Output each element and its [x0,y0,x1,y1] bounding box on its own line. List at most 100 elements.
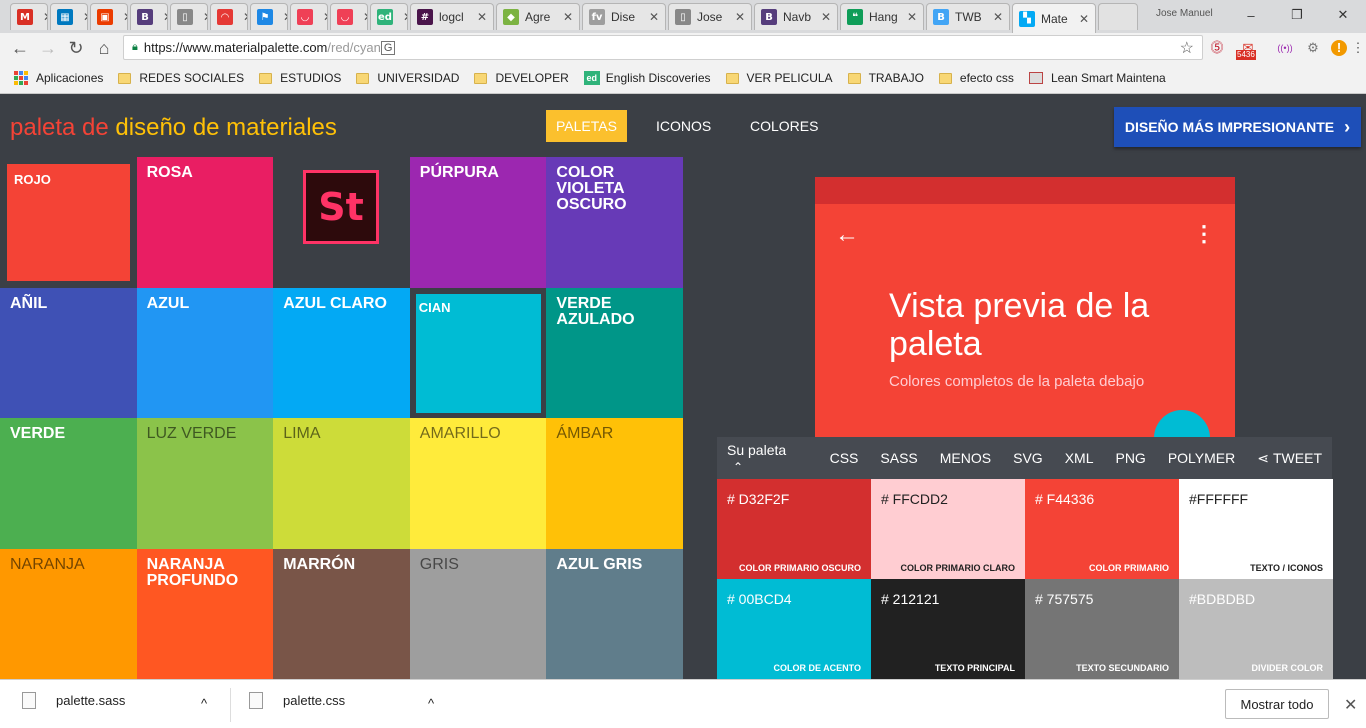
export-xml[interactable]: XML [1065,450,1094,466]
export-svg[interactable]: SVG [1013,450,1043,466]
export-png[interactable]: PNG [1115,450,1145,466]
color-tile[interactable]: GRIS [409,548,547,680]
color-tile[interactable]: MARRÓN [273,548,411,680]
color-tile[interactable]: AZUL CLARO [273,287,411,419]
bookmark-item[interactable]: TRABAJO [847,71,924,85]
nav-iconos[interactable]: ICONOS [646,110,721,142]
chevron-up-icon[interactable]: ^ [201,696,207,711]
color-tile[interactable]: NARANJA PROFUNDO [136,548,274,680]
home-button[interactable]: ⌂ [90,38,118,59]
close-tab-icon[interactable]: ✕ [43,10,47,24]
color-tile[interactable]: COLOR VIOLETA OSCURO [546,157,684,288]
settings-extension-icon[interactable]: ⚙ [1303,38,1323,58]
bookmark-item[interactable]: efecto css [938,71,1014,85]
browser-tab[interactable]: ◡✕ [330,3,368,30]
browser-tab[interactable]: ▚ Mate ✕ [1012,3,1096,33]
gmail-notifier-icon[interactable]: ✉ 5436 [1236,38,1258,60]
color-tile[interactable]: AMARILLO [409,418,547,549]
close-tab-icon[interactable]: ✕ [649,10,659,24]
color-tile[interactable]: AZUL [136,287,274,419]
download-item[interactable]: palette.sass [22,692,125,709]
site-logo[interactable]: paleta de diseño de materiales [10,114,337,142]
close-tab-icon[interactable]: ✕ [123,10,127,24]
adobe-stock-logo[interactable]: St [303,170,379,244]
bookmark-star-icon[interactable]: ☆ [1180,38,1194,58]
export-polymer[interactable]: POLYMER [1168,450,1235,466]
browser-tab[interactable]: B Navb ✕ [754,3,838,30]
browser-tab[interactable]: ◠✕ [210,3,248,30]
color-tile[interactable]: NARANJA [0,548,137,680]
browser-tab[interactable]: # logcl ✕ [410,3,494,30]
color-tile[interactable]: AÑIL [0,287,137,419]
bookmark-item[interactable]: ESTUDIOS [259,71,341,85]
address-bar[interactable]: 🔒︎ https://www.materialpalette.com /red/… [123,35,1203,60]
close-tab-icon[interactable]: ✕ [993,10,1003,24]
bookmark-item[interactable]: ed English Discoveries [583,71,711,85]
browser-tab[interactable]: B✕ [130,3,168,30]
palette-toggle[interactable]: Su paleta ⌃ [727,442,796,474]
browser-tab[interactable]: ▣✕ [90,3,128,30]
color-tile[interactable]: CIAN [409,287,547,419]
color-tile[interactable]: ROJO [0,157,137,288]
browser-tab[interactable]: ed ✕ [370,3,408,30]
chevron-up-icon[interactable]: ^ [428,696,434,711]
color-tile[interactable]: ÁMBAR [546,418,684,549]
translate-icon[interactable]: G [380,40,396,55]
browser-tab[interactable]: ◡✕ [290,3,328,30]
forward-button[interactable]: → [34,38,62,59]
show-all-button[interactable]: Mostrar todo [1225,689,1329,719]
browser-tab[interactable]: ▯ Jose ✕ [668,3,752,30]
profile-name[interactable]: Jose Manuel [1156,8,1213,19]
browser-tab[interactable]: ❝ Hang ✕ [840,3,924,30]
close-window-button[interactable]: ✕ [1320,7,1366,23]
maximize-button[interactable]: ❐ [1274,7,1320,23]
color-tile[interactable]: AZUL GRIS [546,548,684,680]
tweet-button[interactable]: ⋖ TWEET [1257,450,1322,467]
bookmark-item[interactable]: REDES SOCIALES [118,71,244,85]
color-tile[interactable]: LIMA [273,418,411,549]
close-tab-icon[interactable]: ✕ [323,10,327,24]
close-tab-icon[interactable]: ✕ [403,10,407,24]
palette-swatch[interactable]: # FFCDD2 COLOR PRIMARIO CLARO [871,479,1025,579]
cta-button[interactable]: DISEÑO MÁS IMPRESIONANTE › [1114,107,1361,147]
pinterest-icon[interactable]: ⓹ [1207,38,1227,58]
close-tab-icon[interactable]: ✕ [735,10,745,24]
menu-icon[interactable]: ⋮ [1348,38,1366,58]
close-tab-icon[interactable]: ✕ [203,10,207,24]
reload-button[interactable]: ↻ [62,38,90,59]
browser-tab[interactable]: B TWB ✕ [926,3,1010,30]
alert-icon[interactable]: ! [1331,40,1347,56]
browser-tab[interactable]: M✕ [10,3,48,30]
bookmark-item[interactable]: DEVELOPER [474,71,569,85]
close-tab-icon[interactable]: ✕ [163,10,167,24]
minimize-button[interactable]: – [1228,8,1274,23]
close-tab-icon[interactable]: ✕ [83,10,87,24]
palette-swatch[interactable]: # D32F2F COLOR PRIMARIO OSCURO [717,479,871,579]
browser-tab[interactable]: ⚑✕ [250,3,288,30]
color-tile[interactable]: ROSA [136,157,274,288]
close-tab-icon[interactable]: ✕ [821,10,831,24]
palette-swatch[interactable]: # 212121 TEXTO PRINCIPAL [871,579,1025,679]
browser-tab[interactable]: ▦✕ [50,3,88,30]
palette-swatch[interactable]: #FFFFFF TEXTO / ICONOS [1179,479,1333,579]
bookmark-item[interactable]: Lean Smart Maintena [1028,71,1166,85]
close-tab-icon[interactable]: ✕ [477,10,487,24]
browser-tab[interactable]: fv Dise ✕ [582,3,666,30]
nav-colores[interactable]: COLORES [740,110,828,142]
close-tab-icon[interactable]: ✕ [363,10,367,24]
export-less[interactable]: MENOS [940,450,991,466]
color-tile[interactable]: LUZ VERDE [136,418,274,549]
new-tab-button[interactable] [1098,3,1138,30]
export-css[interactable]: CSS [830,450,859,466]
nav-paletas[interactable]: PALETAS [546,110,627,142]
bookmark-item[interactable]: Aplicaciones [14,71,103,85]
browser-tab[interactable]: ◆ Agre ✕ [496,3,580,30]
broadcast-icon[interactable]: ((•)) [1272,38,1298,58]
close-tab-icon[interactable]: ✕ [243,10,247,24]
bookmark-item[interactable]: UNIVERSIDAD [356,71,459,85]
color-tile[interactable]: PÚRPURA [409,157,547,288]
palette-swatch[interactable]: #BDBDBD DIVIDER COLOR [1179,579,1333,679]
close-tab-icon[interactable]: ✕ [283,10,287,24]
close-tab-icon[interactable]: ✕ [1079,12,1089,26]
download-item[interactable]: palette.css [249,692,345,709]
